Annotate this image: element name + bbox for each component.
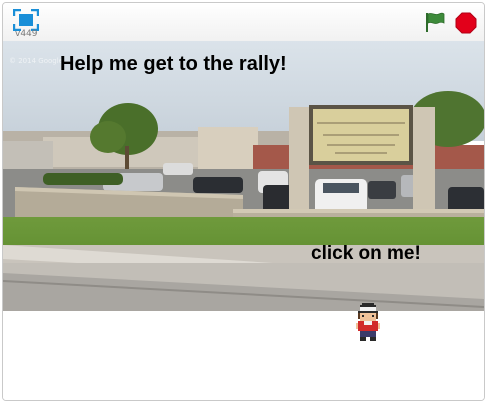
stage-title-text: Help me get to the rally! — [60, 53, 287, 75]
map-watermark: © 2014 Google — [9, 57, 63, 65]
player-toolbar: v449 — [3, 3, 484, 42]
school-backdrop-image — [3, 41, 484, 311]
project-player: v449 © 2014 Google Help me get to the ra… — [2, 2, 485, 401]
stage[interactable]: © 2014 Google Help me get to the rally! … — [3, 41, 484, 400]
green-flag-icon[interactable] — [424, 11, 446, 33]
stop-sign-icon[interactable] — [455, 12, 477, 34]
character-sprite-icon[interactable] — [354, 303, 382, 341]
click-prompt-text[interactable]: click on me! — [311, 243, 421, 265]
fullscreen-icon[interactable] — [13, 9, 39, 31]
version-label: v449 — [15, 29, 38, 39]
